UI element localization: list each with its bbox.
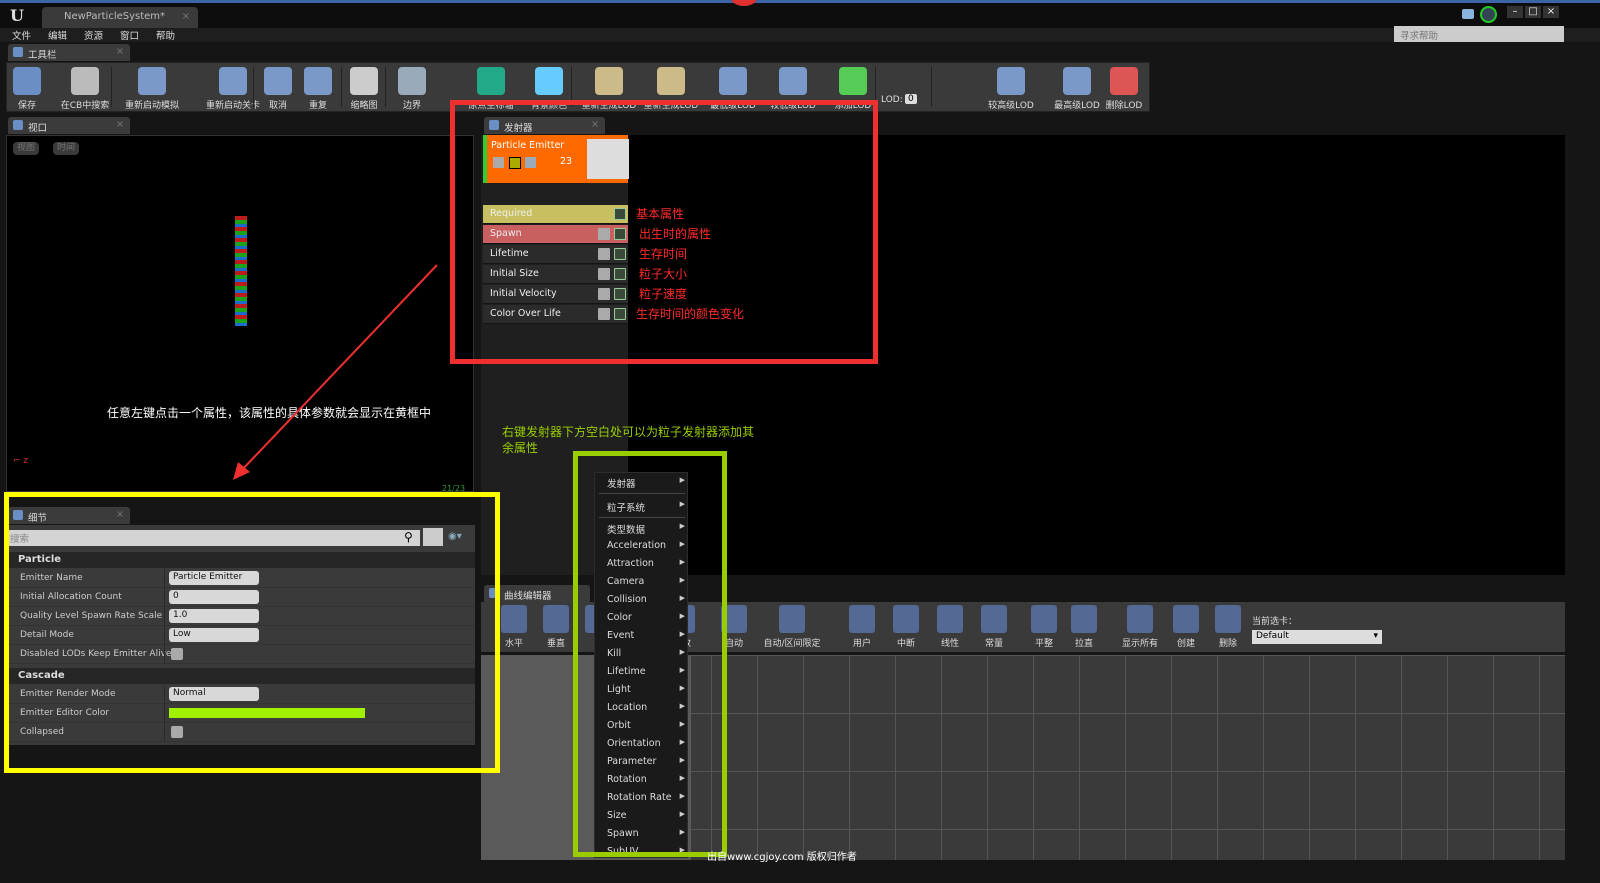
green-annotation: 右键发射器下方空白处可以为粒子发射器添加其余属性 xyxy=(502,425,755,455)
watermark: 出自www.cgjoy.com 版权归作者 xyxy=(707,852,857,863)
red-arrow xyxy=(233,264,438,480)
